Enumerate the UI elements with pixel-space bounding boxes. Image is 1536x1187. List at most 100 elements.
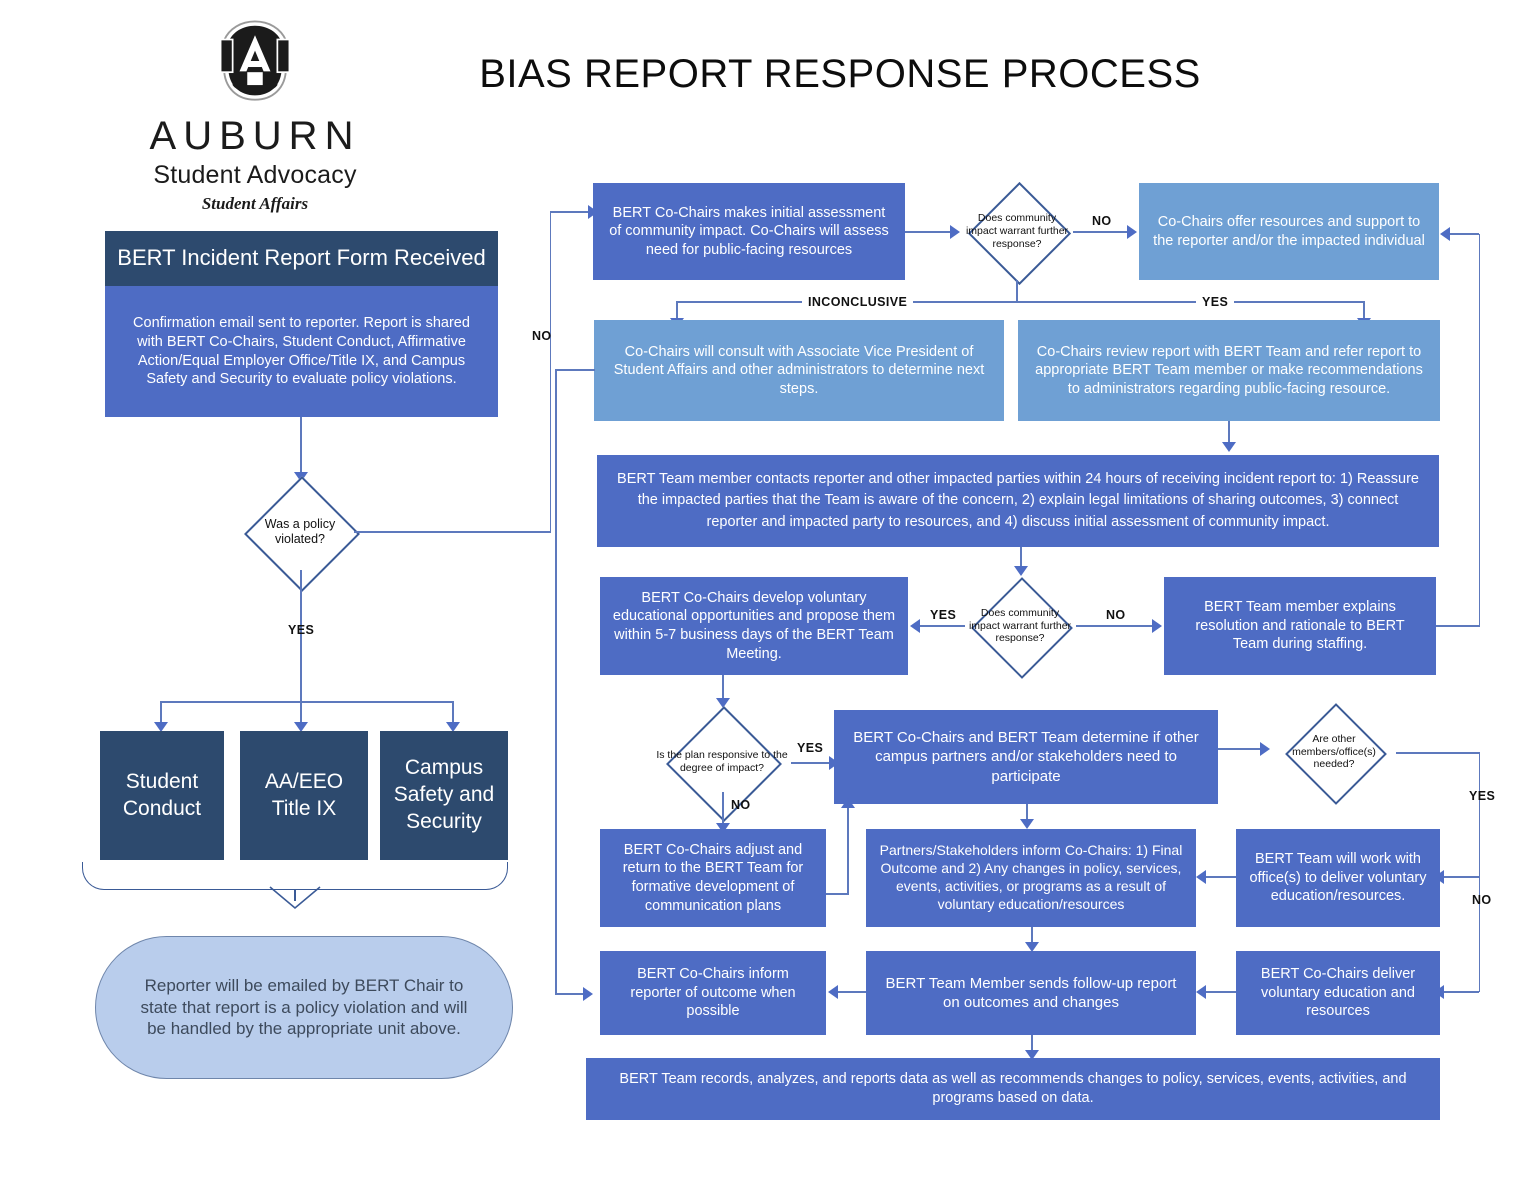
- auburn-logo-block: AUBURN Student Advocacy Student Affairs: [100, 18, 410, 214]
- edge-label-yes-plan: YES: [797, 741, 824, 755]
- node-partners-inform: Partners/Stakeholders inform Co-Chairs: …: [866, 829, 1196, 927]
- node-intake-body: Confirmation email sent to reporter. Rep…: [105, 286, 498, 417]
- node-review-refer: Co-Chairs review report with BERT Team a…: [1018, 320, 1440, 421]
- edge-explain-right: [1436, 625, 1480, 627]
- decision-impact-warrant-1: Does community impact warrant further re…: [961, 181, 1073, 286]
- edge-label-no-members: NO: [1472, 893, 1492, 907]
- edge-label-yes-impact2: YES: [930, 608, 957, 622]
- decision-was-policy-violated-label: Was a policy violated?: [264, 516, 336, 546]
- logo-subline: Student Advocacy: [153, 161, 357, 189]
- edge-d1-down: [1016, 280, 1018, 302]
- edge-label-no-impact1: NO: [1092, 214, 1112, 228]
- edge-arrow-left: [1440, 227, 1450, 241]
- edge-label-yes-impact1: YES: [1196, 295, 1235, 309]
- node-records-analyzes: BERT Team records, analyzes, and reports…: [586, 1058, 1440, 1120]
- flowchart-canvas: AUBURN Student Advocacy Student Affairs …: [0, 0, 1536, 1187]
- node-review-refer-label: Co-Chairs review report with BERT Team a…: [1035, 343, 1423, 397]
- edge-d3-right: [1396, 752, 1480, 754]
- edge-label-yes-policy: YES: [288, 623, 315, 637]
- edge-adjust-right: [826, 893, 849, 895]
- logo-wordmark: AUBURN: [149, 114, 361, 158]
- edge-arrow-down: [1222, 442, 1236, 452]
- node-develop-voluntary-label: BERT Co-Chairs develop voluntary educati…: [612, 589, 896, 662]
- edge-arrow-left: [910, 619, 920, 633]
- node-reporter-email-note: Reporter will be emailed by BERT Chair t…: [95, 936, 513, 1079]
- node-offer-resources: Co-Chairs offer resources and support to…: [1139, 183, 1439, 280]
- node-unit-campus-safety: Campus Safety and Security: [380, 731, 508, 860]
- node-team-work-offices: BERT Team will work with office(s) to de…: [1236, 829, 1440, 927]
- node-cochairs-deliver-label: BERT Co-Chairs deliver voluntary educati…: [1260, 966, 1416, 1020]
- edge-offices-to-partners: [1206, 876, 1236, 878]
- edge-policy-no-h: [354, 531, 551, 533]
- edge-plan-no-v: [722, 792, 724, 826]
- node-adjust-return-label: BERT Co-Chairs adjust and return to the …: [622, 841, 804, 914]
- edge-intake-to-policy: [300, 417, 302, 475]
- edge-split-bar: [160, 701, 452, 703]
- edge-determine-to-d3: [1218, 748, 1264, 750]
- node-develop-voluntary: BERT Co-Chairs develop voluntary educati…: [600, 577, 908, 675]
- brace-notch-icon: [269, 886, 321, 910]
- edge-arrow-down: [1014, 566, 1028, 576]
- node-explain-resolution-label: BERT Team member explains resolution and…: [1195, 599, 1405, 653]
- edge-label-no-plan: NO: [731, 798, 751, 812]
- edge-d3-yes-in: [1444, 876, 1479, 878]
- node-contact-24h-label: BERT Team member contacts reporter and o…: [617, 471, 1419, 530]
- edge-adjust-up: [847, 806, 849, 894]
- auburn-au-logo-icon: [203, 18, 307, 104]
- edge-label-no-policy: NO: [532, 329, 552, 343]
- node-initial-assessment-label: BERT Co-Chairs makes initial assessment …: [609, 204, 889, 258]
- edge-d2-yes: [920, 625, 965, 627]
- edge-explain-rail-h: [1450, 233, 1479, 235]
- edge-arrow-left: [828, 985, 838, 999]
- edge-d1-no: [1073, 231, 1131, 233]
- node-explain-resolution: BERT Team member explains resolution and…: [1164, 577, 1436, 675]
- decision-other-members: Are other members/office(s) needed?: [1272, 703, 1396, 805]
- node-partners-inform-label: Partners/Stakeholders inform Co-Chairs: …: [879, 842, 1183, 912]
- node-unit-campus-safety-label: Campus Safety and Security: [393, 756, 495, 833]
- node-initial-assessment: BERT Co-Chairs makes initial assessment …: [593, 183, 905, 280]
- edge-label-yes-members: YES: [1469, 789, 1496, 803]
- decision-other-members-label: Are other members/office(s) needed?: [1292, 732, 1376, 771]
- edge-label-inconclusive: INCONCLUSIVE: [802, 295, 914, 309]
- decision-was-policy-violated: Was a policy violated?: [244, 476, 360, 592]
- node-consult-avp-label: Co-Chairs will consult with Associate Vi…: [613, 343, 985, 397]
- node-intake-header: BERT Incident Report Form Received: [105, 231, 498, 286]
- edge-arrow-right: [1152, 619, 1162, 633]
- edge-arrow-up: [841, 798, 855, 808]
- node-team-work-offices-label: BERT Team will work with office(s) to de…: [1249, 851, 1427, 905]
- node-unit-aa-eeo-label: AA/EEO Title IX: [264, 769, 344, 820]
- node-followup-report: BERT Team Member sends follow-up report …: [866, 951, 1196, 1035]
- node-inform-reporter-label: BERT Co-Chairs inform reporter of outcom…: [630, 966, 796, 1020]
- edge-deliver-to-followup: [1206, 991, 1236, 993]
- edge-label-no-impact2: NO: [1106, 608, 1126, 622]
- node-followup-report-label: BERT Team Member sends follow-up report …: [885, 974, 1177, 1011]
- edge-d2-no: [1076, 625, 1156, 627]
- node-unit-student-conduct-label: Student Conduct: [122, 769, 202, 820]
- edge-arrow-down: [1025, 942, 1039, 952]
- node-reporter-email-note-label: Reporter will be emailed by BERT Chair t…: [140, 975, 468, 1039]
- edge-arrow-left: [1196, 985, 1206, 999]
- node-cochairs-deliver: BERT Co-Chairs deliver voluntary educati…: [1236, 951, 1440, 1035]
- node-determine-partners: BERT Co-Chairs and BERT Team determine i…: [834, 710, 1218, 804]
- decision-impact-warrant-1-label: Does community impact warrant further re…: [965, 212, 1069, 250]
- edge-arrow-left: [1196, 870, 1206, 884]
- logo-subline-2: Student Affairs: [201, 194, 309, 213]
- edge-arrow-right: [583, 987, 593, 1001]
- edge-arrow-down: [1020, 819, 1034, 829]
- edge-policy-no-h2: [549, 211, 592, 213]
- node-records-analyzes-label: BERT Team records, analyzes, and reports…: [619, 1071, 1407, 1106]
- node-offer-resources-label: Co-Chairs offer resources and support to…: [1153, 213, 1425, 249]
- edge-d3-rail-v: [1478, 752, 1481, 992]
- edge-d3-no-in: [1444, 991, 1479, 993]
- edge-assessment-to-d1: [905, 231, 953, 233]
- node-contact-24h: BERT Team member contacts reporter and o…: [597, 455, 1439, 547]
- node-consult-avp: Co-Chairs will consult with Associate Vi…: [594, 320, 1004, 421]
- decision-impact-warrant-2: Does community impact warrant further re…: [964, 577, 1076, 679]
- node-unit-aa-eeo: AA/EEO Title IX: [240, 731, 368, 860]
- edge-rail-inconclusive-yes: [676, 301, 1364, 303]
- edge-consult-left: [555, 369, 595, 371]
- node-intake-body-label: Confirmation email sent to reporter. Rep…: [133, 315, 470, 388]
- node-intake-header-label: BERT Incident Report Form Received: [117, 245, 486, 271]
- node-adjust-return: BERT Co-Chairs adjust and return to the …: [600, 829, 826, 927]
- edge-followup-to-inform: [838, 991, 866, 993]
